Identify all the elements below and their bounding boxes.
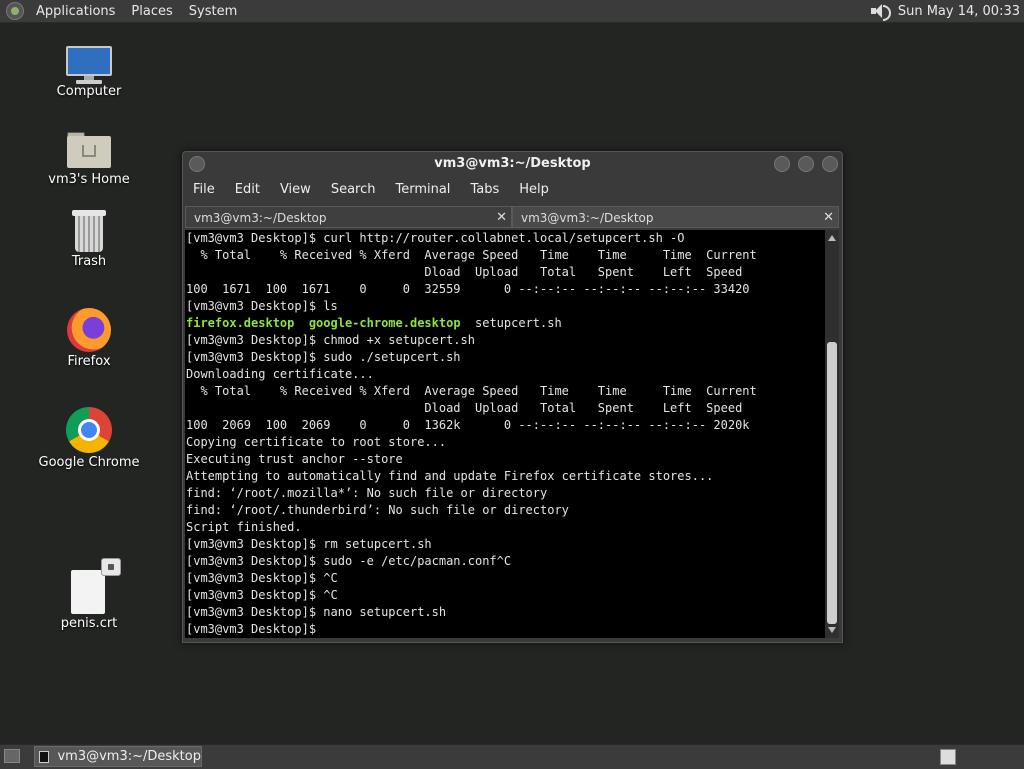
ls-file: setupcert.sh — [475, 316, 562, 330]
ls-file-executable: google-chrome.desktop — [308, 316, 461, 330]
terminal-window: vm3@vm3:~/Desktop File Edit View Search … — [182, 151, 843, 643]
clock[interactable]: Sun May 14, 00:33 — [898, 4, 1024, 19]
tab-label: vm3@vm3:~/Desktop — [194, 211, 327, 225]
taskbar-label: vm3@vm3:~/Desktop — [57, 749, 201, 764]
system-menu[interactable]: System — [181, 4, 245, 19]
places-menu[interactable]: Places — [123, 4, 180, 19]
scroll-down-icon[interactable] — [828, 627, 836, 633]
terminal-line: Dload Upload Total Spent Left Speed — [186, 265, 743, 279]
desktop-icon-label: penis.crt — [60, 616, 118, 631]
terminal-line: [vm3@vm3 Desktop]$ sudo ./setupcert.sh — [186, 350, 461, 364]
tab-bar: vm3@vm3:~/Desktop ✕ vm3@vm3:~/Desktop ✕ — [185, 206, 840, 230]
menu-tabs[interactable]: Tabs — [460, 178, 509, 202]
terminal-line: 100 2069 100 2069 0 0 1362k 0 --:--:-- -… — [186, 418, 750, 432]
desktop-icon-label: Computer — [56, 84, 122, 99]
desktop-icon-label: vm3's Home — [48, 172, 130, 187]
terminal-line: [vm3@vm3 Desktop]$ curl http://router.co… — [186, 231, 685, 245]
desktop-icon-penis-crt[interactable]: penis.crt — [34, 558, 144, 631]
computer-icon — [66, 46, 112, 84]
bottom-panel: vm3@vm3:~/Desktop — [0, 744, 1024, 769]
tab-1[interactable]: vm3@vm3:~/Desktop ✕ — [185, 206, 512, 228]
desktop-icon-label: Firefox — [67, 354, 111, 369]
terminal-line: find: ‘/root/.mozilla*’: No such file or… — [186, 486, 548, 500]
close-window-button[interactable] — [822, 156, 838, 172]
desktop-icon-label: Trash — [71, 254, 107, 269]
chrome-icon — [66, 407, 112, 453]
menu-help[interactable]: Help — [509, 178, 559, 202]
terminal-line: % Total % Received % Xferd Average Speed… — [186, 248, 757, 262]
workspace-switcher[interactable] — [940, 749, 956, 765]
menu-search[interactable]: Search — [321, 178, 386, 202]
terminal-line: [vm3@vm3 Desktop]$ ls — [186, 299, 338, 313]
terminal-line: Executing trust anchor --store — [186, 452, 403, 466]
lock-icon — [101, 558, 121, 576]
terminal-line: [vm3@vm3 Desktop]$ nano setupcert.sh — [186, 605, 447, 619]
terminal-line: Downloading certificate... — [186, 367, 374, 381]
maximize-button[interactable] — [798, 156, 814, 172]
terminal-output[interactable]: [vm3@vm3 Desktop]$ curl http://router.co… — [185, 230, 826, 638]
close-tab-icon[interactable]: ✕ — [496, 207, 507, 229]
desktop-icon-computer[interactable]: Computer — [34, 46, 144, 99]
scroll-up-icon[interactable] — [828, 235, 836, 241]
volume-icon[interactable] — [870, 3, 891, 21]
menu-view[interactable]: View — [270, 178, 321, 202]
firefox-icon — [67, 308, 111, 352]
terminal-line: [vm3@vm3 Desktop]$ chmod +x setupcert.sh — [186, 333, 475, 347]
certificate-file-icon — [71, 558, 121, 614]
terminal-line: Attempting to automatically find and upd… — [186, 469, 714, 483]
taskbar-button-terminal[interactable]: vm3@vm3:~/Desktop — [34, 746, 202, 767]
desktop-icon-trash[interactable]: Trash — [34, 210, 144, 269]
terminal-line: [vm3@vm3 Desktop]$ ^C — [186, 571, 338, 585]
terminal-line: % Total % Received % Xferd Average Speed… — [186, 384, 757, 398]
terminal-line: Copying certificate to root store... — [186, 435, 447, 449]
desktop-icon-home[interactable]: vm3's Home — [34, 130, 144, 187]
top-panel: Applications Places System Sun May 14, 0… — [0, 0, 1024, 23]
desktop-icon-chrome[interactable]: Google Chrome — [34, 407, 144, 470]
menu-edit[interactable]: Edit — [225, 178, 270, 202]
minimize-button[interactable] — [774, 156, 790, 172]
tab-label: vm3@vm3:~/Desktop — [521, 211, 654, 225]
terminal-line: [vm3@vm3 Desktop]$ ^C — [186, 588, 338, 602]
show-desktop-icon[interactable] — [4, 749, 20, 763]
ls-file-executable: firefox.desktop — [186, 316, 295, 330]
desktop-icon-firefox[interactable]: Firefox — [34, 308, 144, 369]
trash-icon — [72, 210, 106, 252]
terminal-icon — [39, 750, 50, 763]
tab-2[interactable]: vm3@vm3:~/Desktop ✕ — [512, 206, 839, 228]
distro-logo-icon[interactable] — [6, 2, 24, 20]
terminal-scrollbar[interactable] — [825, 230, 839, 638]
terminal-prompt: [vm3@vm3 Desktop]$ — [186, 622, 324, 636]
menu-terminal[interactable]: Terminal — [385, 178, 460, 202]
terminal-line: find: ‘/root/.thunderbird’: No such file… — [186, 503, 569, 517]
terminal-line: [vm3@vm3 Desktop]$ sudo -e /etc/pacman.c… — [186, 554, 512, 568]
home-folder-icon — [67, 130, 111, 170]
scrollbar-thumb[interactable] — [827, 342, 837, 624]
applications-menu[interactable]: Applications — [28, 4, 123, 19]
terminal-line: Dload Upload Total Spent Left Speed — [186, 401, 743, 415]
window-title[interactable]: vm3@vm3:~/Desktop — [183, 152, 842, 176]
menubar: File Edit View Search Terminal Tabs Help — [183, 178, 559, 202]
terminal-line: Script finished. — [186, 520, 302, 534]
terminal-line-ls: firefox.desktop google-chrome.desktop se… — [186, 315, 826, 332]
terminal-line: 100 1671 100 1671 0 0 32559 0 --:--:-- -… — [186, 282, 750, 296]
close-tab-icon[interactable]: ✕ — [823, 207, 834, 229]
desktop-icon-label: Google Chrome — [38, 455, 140, 470]
menu-file[interactable]: File — [183, 178, 225, 202]
terminal-line: [vm3@vm3 Desktop]$ rm setupcert.sh — [186, 537, 432, 551]
